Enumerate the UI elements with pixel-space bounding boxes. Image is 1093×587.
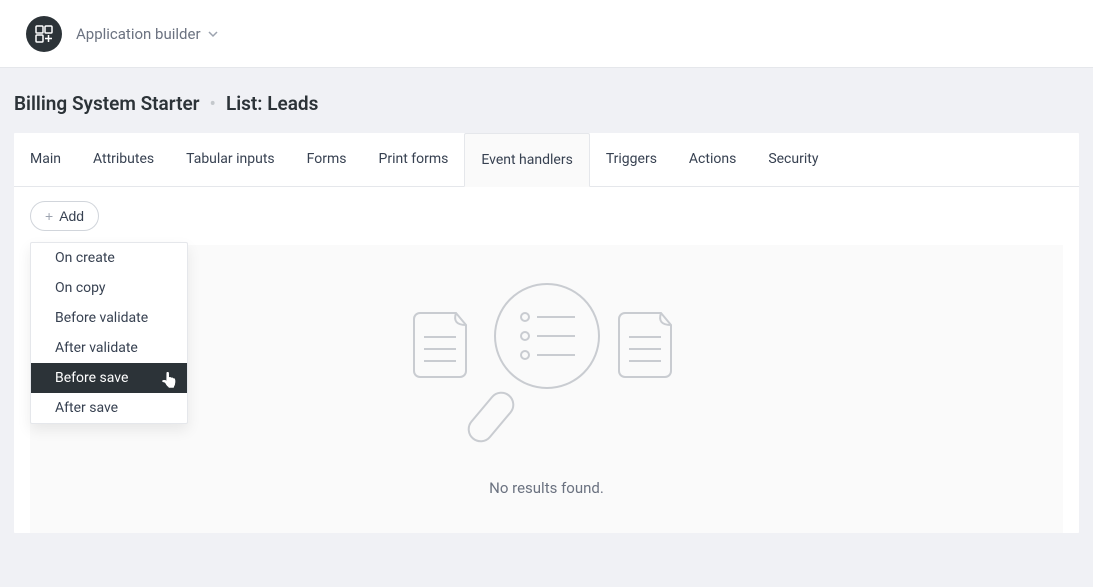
- breadcrumb: Billing System Starter • List: Leads: [14, 92, 1079, 115]
- tab-print-forms[interactable]: Print forms: [363, 133, 465, 186]
- tab-main[interactable]: Main: [14, 133, 77, 186]
- dropdown-item-before-save[interactable]: Before save👆: [31, 363, 187, 393]
- add-dropdown: On createOn copyBefore validateAfter val…: [30, 242, 188, 424]
- app-label[interactable]: Application builder: [76, 25, 201, 43]
- dropdown-item-after-save[interactable]: After save: [31, 393, 187, 423]
- dropdown-item-after-validate[interactable]: After validate: [31, 333, 187, 363]
- dropdown-item-before-validate[interactable]: Before validate: [31, 303, 187, 333]
- plus-icon: +: [45, 208, 53, 224]
- chevron-down-icon[interactable]: [207, 28, 219, 40]
- top-bar: Application builder: [0, 0, 1093, 68]
- toolbar: + Add: [14, 187, 1079, 231]
- tab-triggers[interactable]: Triggers: [590, 133, 673, 186]
- empty-state-message: No results found.: [489, 479, 604, 497]
- dropdown-item-on-copy[interactable]: On copy: [31, 273, 187, 303]
- breadcrumb-entity: List: Leads: [226, 92, 318, 115]
- tab-actions[interactable]: Actions: [673, 133, 752, 186]
- page-header: Billing System Starter • List: Leads: [0, 68, 1093, 133]
- add-button-label: Add: [59, 208, 84, 224]
- breadcrumb-separator: •: [210, 92, 216, 115]
- tab-security[interactable]: Security: [752, 133, 834, 186]
- tab-event-handlers[interactable]: Event handlers: [464, 133, 589, 187]
- cursor-icon: 👆: [160, 371, 179, 389]
- empty-state-illustration: [407, 281, 687, 451]
- tab-tabular-inputs[interactable]: Tabular inputs: [170, 133, 291, 186]
- breadcrumb-project[interactable]: Billing System Starter: [14, 92, 200, 115]
- tab-attributes[interactable]: Attributes: [77, 133, 170, 186]
- apps-icon[interactable]: [26, 16, 62, 52]
- dropdown-item-on-create[interactable]: On create: [31, 243, 187, 273]
- tabs: MainAttributesTabular inputsFormsPrint f…: [14, 133, 1079, 187]
- add-button[interactable]: + Add: [30, 201, 99, 231]
- tab-forms[interactable]: Forms: [291, 133, 363, 186]
